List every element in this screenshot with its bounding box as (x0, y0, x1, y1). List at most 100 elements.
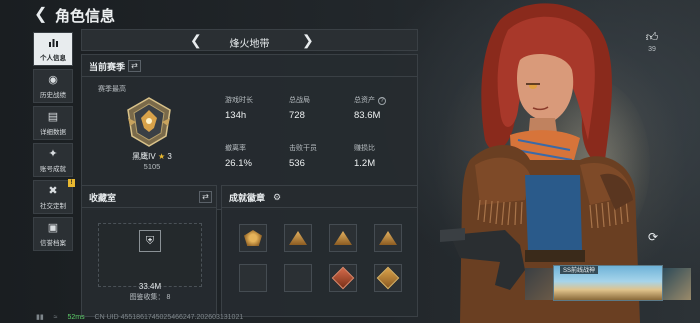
nav-label: 历史战绩 (40, 91, 66, 99)
like-button[interactable]: 👍︎ 39 (643, 30, 661, 53)
swap-icon: ⇄ (202, 192, 209, 201)
chevron-left-icon: ❮ (34, 6, 48, 23)
map-name: 烽火地带 (229, 39, 270, 50)
stat-value: 26.1% (225, 158, 252, 169)
divider (82, 76, 417, 77)
badge-triangle-icon (379, 231, 397, 245)
stat-profit-ratio: 赚损比 1.2M (354, 143, 414, 169)
tools-icon: ✖ (48, 184, 58, 197)
page-title: 角色信息 (55, 8, 116, 25)
badge-slot-empty[interactable] (239, 264, 267, 292)
stat-playtime: 游戏时长 134h (225, 95, 285, 121)
gear-icon: ⚙ (272, 192, 282, 202)
divider (222, 207, 417, 208)
collection-count-label: 图鉴收集： (129, 294, 165, 301)
collection-count-value: 8 (166, 294, 171, 301)
data-card-icon: ▤ (47, 110, 59, 123)
next-map-button[interactable]: ❯ (302, 32, 314, 49)
stat-value: 536 (289, 158, 305, 169)
stat-label: 游戏时长 (225, 97, 253, 104)
skin-card[interactable]: SS前线战神 (553, 265, 663, 301)
stat-operators-defeated: 击败干员 536 (289, 143, 349, 169)
nav-label: 详细数据 (40, 128, 66, 136)
season-title: 当前赛季 (89, 62, 126, 72)
badge-slot[interactable] (239, 224, 267, 252)
nav-item-personal-info[interactable]: 个人信息 (33, 32, 73, 66)
main-panel: ❮ 烽火地带 ❯ 当前赛季 ⇄ 赛季最高 黑鹰IV ★ 3 5105 游戏时长 … (81, 29, 418, 317)
collection-switch-button[interactable]: ⇄ (199, 191, 212, 203)
rotate-view-button[interactable]: ⟳ (648, 230, 658, 244)
stat-value: 134h (225, 110, 247, 121)
season-switch-button[interactable]: ⇄ (128, 60, 141, 72)
nav-item-achievements[interactable]: ✦ 账号成就 (33, 143, 73, 177)
badge-slot[interactable] (329, 224, 357, 252)
nav-item-detailed-data[interactable]: ▤ 详细数据 (33, 106, 73, 140)
badge-slot[interactable] (284, 224, 312, 252)
stat-label: 撤离率 (225, 145, 246, 152)
star-icon: ★ (157, 152, 166, 161)
stat-label: 击败干员 (289, 145, 317, 152)
collection-count: 图鉴收集： 8 (82, 292, 218, 302)
stat-value: 83.6M (354, 110, 381, 121)
achievements-title: 成就徽章 (229, 193, 266, 203)
badge-slot[interactable] (374, 264, 402, 292)
stat-label: 总战局 (289, 97, 310, 104)
skin-thumbnail[interactable] (663, 268, 691, 300)
notification-badge: ! (68, 179, 75, 187)
badge-slot[interactable] (374, 224, 402, 252)
nav-item-social-custom[interactable]: ✖ 社交定制 ! (33, 179, 75, 214)
rank-name: 黑鹰IV ★ 3 (102, 151, 202, 162)
rank-score: 5105 (143, 162, 161, 171)
nav-label: 个人信息 (40, 54, 66, 62)
achievements-panel: 成就徽章 ⚙ (221, 185, 418, 317)
stat-value: 1.2M (354, 158, 376, 169)
collection-value: 33.4M (138, 282, 162, 291)
badge-triangle-icon (334, 231, 352, 245)
nav-label: 账号成就 (40, 165, 66, 173)
rotate-icon: ⟳ (648, 230, 659, 244)
medal-icon: ✦ (48, 147, 58, 160)
stat-total-matches: 总战局 728 (289, 95, 349, 121)
thumbs-up-icon: 👍︎ (645, 30, 659, 44)
latency-readout: 52ms (67, 314, 85, 321)
badge-gem-icon (376, 266, 400, 290)
collection-title: 收藏室 (89, 193, 117, 203)
wifi-icon: ≈ (53, 314, 58, 321)
skin-thumbnail[interactable] (525, 268, 553, 300)
sidebar-nav: 个人信息 ◉ 历史战绩 ▤ 详细数据 ✦ 账号成就 ✖ 社交定制 ! ▣ 信誉档… (33, 32, 77, 254)
nav-item-history[interactable]: ◉ 历史战绩 (33, 69, 73, 103)
nav-label: 信誉档案 (40, 239, 66, 247)
badge-gem-icon (331, 266, 355, 290)
stat-label: 总资产? (354, 95, 414, 105)
divider (82, 207, 216, 208)
nav-item-reputation[interactable]: ▣ 信誉档案 (33, 217, 73, 251)
page-header: ❮ 角色信息 (0, 0, 700, 30)
achievements-settings-button[interactable]: ⚙ (271, 191, 283, 203)
collection-panel[interactable]: 收藏室 ⇄ ⛨ 33.4M 图鉴收集： 8 (81, 185, 217, 317)
swap-icon: ⇄ (131, 61, 138, 70)
stat-value: 728 (289, 110, 305, 121)
badge-slot-empty[interactable] (284, 264, 312, 292)
record-icon: ◉ (48, 73, 58, 86)
stat-label-text: 总资产 (354, 97, 375, 104)
help-icon[interactable]: ? (378, 97, 386, 105)
collection-vault-preview: ⛨ (98, 223, 202, 287)
stat-extraction-rate: 撤离率 26.1% (225, 143, 285, 169)
map-selector: ❮ 烽火地带 ❯ (81, 29, 418, 51)
skin-tag: SS前线战神 (560, 266, 599, 274)
profile-icon: ▣ (47, 221, 59, 234)
badge-emblem-icon (244, 230, 262, 246)
bar-chart-icon (48, 37, 59, 50)
status-footer: ▮▮ ≈ 52ms CN UID 4551861745025466247.202… (36, 313, 251, 321)
battery-icon: ▮▮ (36, 314, 44, 321)
badge-triangle-icon (289, 231, 307, 245)
stat-total-assets: 总资产? 83.6M (354, 95, 414, 121)
badge-slot[interactable] (329, 264, 357, 292)
rank-emblem-icon (127, 97, 171, 147)
rank-stars: 3 (167, 152, 172, 161)
uid-text: CN UID 4551861745025466247.202603131021 (94, 314, 244, 321)
vault-shield-icon: ⛨ (139, 230, 161, 252)
like-count: 39 (648, 46, 656, 53)
season-best-label: 赛季最高 (98, 86, 126, 93)
back-button[interactable]: ❮ (34, 7, 50, 23)
